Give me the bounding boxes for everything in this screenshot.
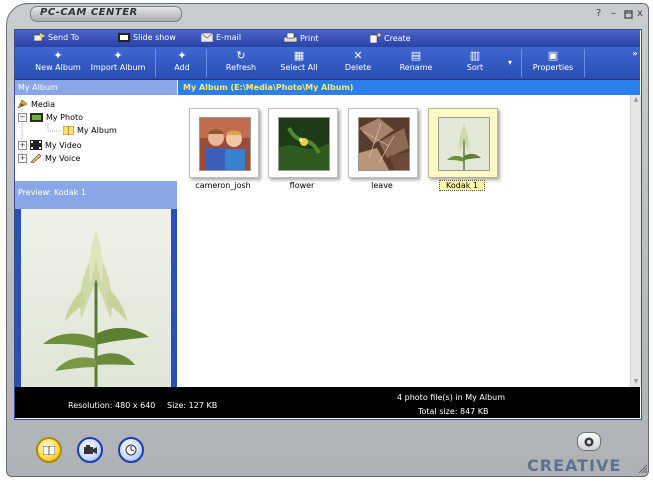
- preview-pane: [15, 209, 177, 387]
- minimize-button[interactable]: –: [611, 8, 616, 19]
- add-icon: ✦: [177, 49, 187, 62]
- capture-mode-button[interactable]: [118, 437, 144, 463]
- toolbar-overflow-button[interactable]: »: [630, 49, 640, 77]
- sort-button[interactable]: ▥ Sort: [458, 49, 492, 77]
- left-panel-header: My Album: [15, 80, 177, 95]
- album-mode-button[interactable]: [36, 437, 62, 463]
- toolbar-separator: [206, 49, 207, 77]
- import-album-button[interactable]: ✦ Import Album: [87, 49, 149, 77]
- thumbnail-label: flower: [289, 181, 315, 190]
- select-all-button[interactable]: ▦ Select All: [276, 49, 322, 77]
- menu-create[interactable]: Create: [370, 33, 411, 43]
- rename-icon: ▤: [410, 49, 422, 62]
- scroll-down-icon[interactable]: ▼: [631, 377, 641, 387]
- send-icon: [34, 33, 45, 42]
- delete-button[interactable]: ✕ Delete: [338, 49, 378, 77]
- photo-flower: [278, 117, 330, 171]
- refresh-label: Refresh: [225, 63, 257, 72]
- toolbar-separator: [521, 49, 522, 77]
- folder-tree: Media − My Photo My Album + My Video + M…: [15, 95, 177, 180]
- toolbar-separator: [155, 49, 156, 77]
- webcam-button[interactable]: [577, 432, 601, 451]
- menu-bar: [15, 30, 640, 47]
- delete-icon: ✕: [353, 49, 363, 62]
- tree-lines: [21, 109, 62, 157]
- photo-cameron-josh: [199, 117, 251, 171]
- new-album-icon: ✦: [53, 49, 63, 62]
- rename-button[interactable]: ▤ Rename: [392, 49, 440, 77]
- new-album-button[interactable]: ✦ New Album: [33, 49, 83, 77]
- sort-label: Sort: [466, 63, 484, 72]
- album-icon: [43, 445, 55, 455]
- refresh-icon: ↻: [236, 49, 246, 62]
- thumbnail-label: cameron_josh: [195, 181, 251, 190]
- menu-email-label: E-mail: [216, 33, 242, 42]
- camcorder-icon: [83, 445, 97, 454]
- refresh-button[interactable]: ↻ Refresh: [218, 49, 264, 77]
- add-label: Add: [174, 63, 190, 72]
- print-icon: [284, 33, 297, 43]
- thumbnail-label-selected: Kodak 1: [422, 180, 502, 191]
- webcam-icon: [584, 437, 594, 446]
- menu-print[interactable]: Print: [284, 33, 318, 43]
- properties-icon: ▣: [547, 49, 559, 62]
- menu-send-to-label: Send To: [48, 33, 80, 42]
- app-title: PC-CAM CENTER: [40, 7, 138, 18]
- properties-button[interactable]: ▣ Properties: [528, 49, 578, 77]
- thumbnail-flower[interactable]: [268, 108, 338, 178]
- import-album-label: Import Album: [90, 63, 146, 72]
- select-all-label: Select All: [280, 63, 318, 72]
- menu-slide-show[interactable]: Slide show: [118, 33, 176, 42]
- menu-slide-show-label: Slide show: [133, 33, 176, 42]
- photo-leave: [358, 117, 410, 171]
- status-total-size: Total size: 847 KB: [418, 407, 489, 416]
- vertical-scrollbar[interactable]: ▲ ▼: [630, 95, 641, 387]
- video-mode-button[interactable]: [77, 437, 103, 463]
- rename-label: Rename: [399, 63, 433, 72]
- help-button[interactable]: ?: [596, 8, 601, 19]
- select-all-icon: ▦: [293, 49, 305, 62]
- photo-kodak-1: [438, 117, 490, 171]
- tree-item-my-album-label: My Album: [77, 126, 117, 135]
- import-album-icon: ✦: [113, 49, 123, 62]
- thumbnail-label: leave: [371, 181, 393, 190]
- new-album-label: New Album: [35, 63, 81, 72]
- thumbnail-leave[interactable]: [348, 108, 418, 178]
- status-file-count: 4 photo file(s) in My Album: [397, 393, 506, 402]
- delete-label: Delete: [344, 63, 372, 72]
- menu-create-label: Create: [384, 33, 411, 43]
- menu-email[interactable]: E-mail: [201, 33, 241, 42]
- resize-grip-icon[interactable]: [639, 465, 647, 473]
- email-icon: [201, 33, 213, 42]
- creative-logo: CREATIVE: [527, 456, 622, 475]
- thumbnail-kodak-1[interactable]: [428, 108, 498, 178]
- timer-icon: [125, 444, 137, 456]
- properties-label: Properties: [532, 63, 574, 72]
- scroll-up-icon[interactable]: ▲: [631, 95, 641, 105]
- content-path-header: My Album (E:\Media\Photo\My Album): [178, 80, 640, 95]
- menu-send-to[interactable]: Send To: [34, 33, 79, 42]
- status-size: Size: 127 KB: [167, 401, 218, 410]
- thumbnail-cameron-josh[interactable]: [189, 108, 259, 178]
- status-bar: Resolution: 480 x 640 Size: 127 KB 4 pho…: [15, 387, 640, 418]
- close-button[interactable]: x: [637, 8, 643, 19]
- add-button[interactable]: ✦ Add: [166, 49, 198, 77]
- menu-print-label: Print: [300, 33, 319, 43]
- sort-icon: ▥: [469, 49, 481, 62]
- status-resolution: Resolution: 480 x 640: [68, 401, 156, 410]
- create-icon: [370, 33, 381, 43]
- toolbar-separator: [584, 49, 585, 77]
- restore-button[interactable]: [624, 8, 633, 22]
- preview-image: [21, 209, 171, 387]
- preview-header: Preview: Kodak 1: [15, 181, 177, 209]
- slideshow-icon: [118, 33, 130, 42]
